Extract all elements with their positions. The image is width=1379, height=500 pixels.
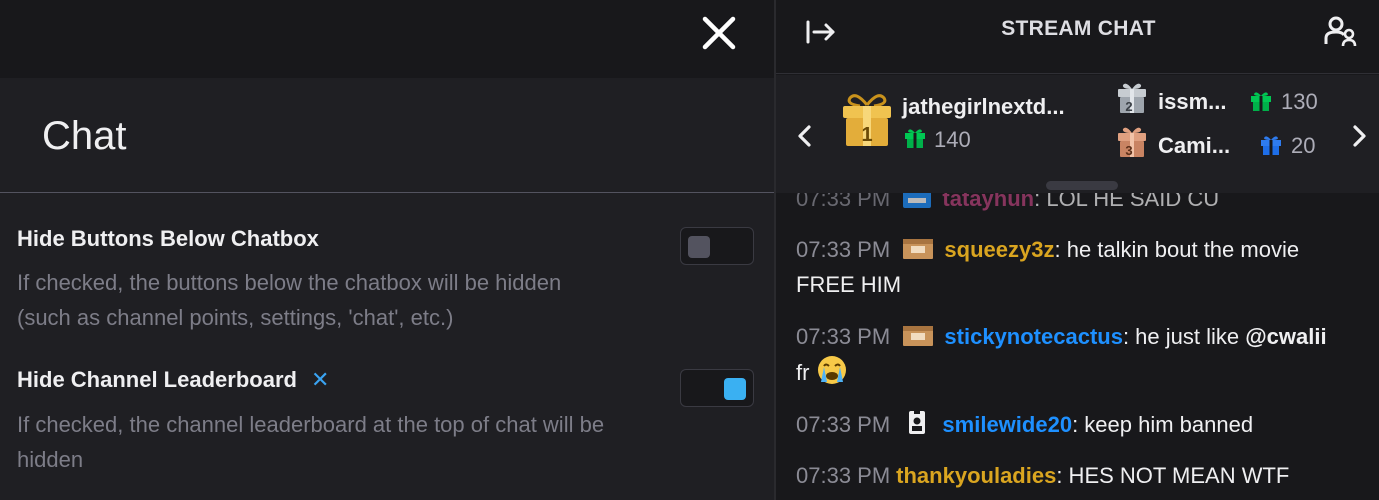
message-mention[interactable]: @cwalii [1245, 324, 1326, 349]
channel-leaderboard: 1 jathegirlnextd... 140 2 issm... 130 3 … [776, 75, 1379, 193]
gift-green-icon [905, 129, 925, 148]
close-icon[interactable] [700, 14, 738, 52]
chat-message: 07:33 PM tatayhun: LOL HE SAID CU [796, 193, 1366, 216]
chat-title: STREAM CHAT [1001, 17, 1156, 40]
message-timestamp: 07:33 PM [796, 193, 891, 211]
message-username[interactable]: smilewide20 [942, 412, 1072, 437]
option-description-hide-leaderboard: If checked, the channel leaderboard at t… [17, 412, 605, 472]
leaderboard-drag-handle[interactable] [1046, 181, 1118, 190]
leaderboard-count-1: 140 [934, 127, 971, 152]
settings-title: Chat [42, 114, 127, 158]
option-title-text: Hide Channel Leaderboard [17, 367, 297, 392]
svg-text:2: 2 [1125, 99, 1132, 114]
message-timestamp: 07:33 PM [796, 324, 891, 349]
id-badge-icon [909, 409, 926, 434]
chat-message: 07:33 PM stickynotecactus: he just like … [796, 319, 1366, 390]
chat-header: STREAM CHAT [776, 0, 1379, 74]
chat-message: 07:33 PM smilewide20: keep him banned [796, 407, 1366, 442]
chevron-left-icon[interactable] [794, 123, 816, 149]
gift-rank-2-icon: 2 [1118, 83, 1146, 114]
chat-message: 07:33 PM thankyouladies: HES NOT MEAN WTF [796, 458, 1366, 493]
user-badge-icon [903, 193, 932, 208]
leaderboard-name-2[interactable]: issm... [1158, 89, 1226, 115]
community-icon[interactable] [1324, 15, 1358, 47]
message-text: : keep him banned [1072, 412, 1254, 437]
leaderboard-count-3: 20 [1291, 133, 1316, 158]
option-title-hide-buttons: Hide Buttons Below Chatbox [17, 226, 319, 251]
message-text: : he talkin bout the movie [1054, 237, 1300, 262]
svg-text:1: 1 [861, 124, 872, 146]
leaderboard-count-2: 130 [1281, 89, 1318, 114]
message-text-continued: fr [796, 360, 810, 385]
message-text: : HES NOT MEAN WTF [1056, 463, 1290, 488]
box-badge-icon [903, 326, 934, 346]
settings-topbar [0, 0, 774, 78]
message-username[interactable]: tatayhun [942, 193, 1034, 211]
crying-emoji-icon [817, 356, 846, 384]
chat-message-list[interactable]: 07:33 PM tatayhun: LOL HE SAID CU 07:33 … [776, 193, 1379, 500]
box-badge-icon [903, 239, 934, 259]
message-username[interactable]: stickynotecactus [944, 324, 1123, 349]
option-title-hide-leaderboard: Hide Channel Leaderboard ✕ [17, 367, 329, 393]
toggle-hide-buttons[interactable] [680, 227, 754, 265]
chat-message: 07:33 PM squeezy3z: he talkin bout the m… [796, 232, 1366, 302]
message-text: : LOL HE SAID CU [1034, 193, 1220, 211]
message-timestamp: 07:33 PM [796, 412, 891, 437]
toggle-hide-leaderboard[interactable] [680, 369, 754, 407]
leaderboard-name-3[interactable]: Cami... [1158, 133, 1230, 159]
message-timestamp: 07:33 PM [796, 463, 891, 488]
chat-panel: STREAM CHAT 1 jathegirlnextd... 140 2 is… [774, 0, 1379, 500]
message-text-continued: FREE HIM [796, 272, 902, 297]
divider [0, 192, 774, 193]
message-username[interactable]: thankyouladies [896, 463, 1056, 488]
gift-green-icon [1251, 92, 1271, 111]
chevron-right-icon[interactable] [1348, 123, 1370, 149]
svg-text:3: 3 [1125, 143, 1132, 158]
gift-rank-1-icon: 1 [843, 94, 891, 146]
gift-rank-3-icon: 3 [1118, 127, 1146, 158]
settings-panel: Chat Hide Buttons Below Chatbox If check… [0, 0, 774, 500]
reset-icon[interactable]: ✕ [311, 367, 329, 392]
message-username[interactable]: squeezy3z [944, 237, 1054, 262]
option-description-hide-buttons: If checked, the buttons below the chatbo… [17, 270, 562, 330]
toggle-knob [724, 378, 746, 400]
gift-blue-icon [1261, 136, 1281, 155]
message-timestamp: 07:33 PM [796, 237, 891, 262]
message-text: : he just like [1122, 324, 1246, 349]
leaderboard-name-1[interactable]: jathegirlnextd... [902, 94, 1065, 120]
toggle-knob [688, 236, 710, 258]
